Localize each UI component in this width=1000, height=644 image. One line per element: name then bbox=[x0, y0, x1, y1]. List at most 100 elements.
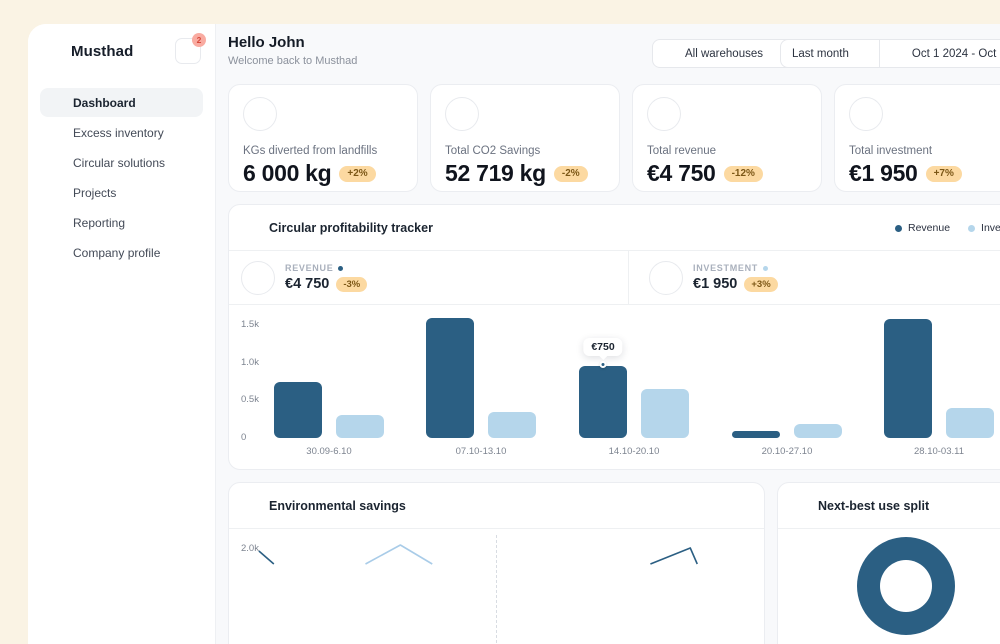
stat-card-value: 6 000 kg bbox=[243, 160, 332, 186]
sidebar-item-label: Dashboard bbox=[73, 95, 136, 110]
recycle-icon bbox=[49, 155, 64, 170]
sidebar-item-label: Company profile bbox=[73, 245, 161, 260]
sidebar-item-company-profile[interactable]: Company profile bbox=[40, 238, 203, 267]
date-range-picker[interactable]: Oct 1 2024 - Oct 31 2024 bbox=[880, 40, 1000, 67]
environmental-savings-header: Environmental savings bbox=[229, 483, 764, 529]
stat-card-value-row: 52 719 kg -2% bbox=[445, 160, 605, 187]
stat-delta-badge: +7% bbox=[925, 165, 962, 182]
sidebar-item-label: Circular solutions bbox=[73, 155, 166, 170]
chevron-right-icon bbox=[179, 95, 194, 110]
legend-item-investment[interactable]: Investment bbox=[968, 222, 1000, 234]
donut-hole bbox=[880, 560, 932, 612]
investment-bar[interactable] bbox=[946, 407, 994, 438]
bell-icon bbox=[181, 44, 196, 59]
sidebar-item-dashboard[interactable]: Dashboard bbox=[40, 88, 203, 117]
y-axis-tick: 0 bbox=[241, 432, 247, 443]
revenue-bar[interactable] bbox=[884, 319, 932, 438]
app-title: Musthad bbox=[71, 42, 134, 60]
bar-group bbox=[884, 319, 994, 438]
investment-bar[interactable] bbox=[488, 411, 536, 438]
investment-dot bbox=[763, 265, 769, 271]
revenue-delta-badge: -3% bbox=[336, 276, 368, 292]
stat-cards-row: KGs diverted from landfills 6 000 kg +2% To… bbox=[228, 84, 1000, 192]
notification-count-badge: 2 bbox=[192, 33, 206, 47]
stat-card: Total revenue €4 750 -12% bbox=[632, 84, 822, 192]
revenue-ministat: REVENUE €4 750 -3% bbox=[229, 251, 629, 304]
stat-card-value: 52 719 kg bbox=[445, 160, 546, 186]
legend-dot bbox=[895, 224, 902, 232]
banknote-icon bbox=[250, 270, 266, 286]
environmental-savings-title: Environmental savings bbox=[269, 498, 406, 513]
sidebar-item-excess-inventory[interactable]: Excess inventory bbox=[40, 118, 203, 147]
stat-card-value: €4 750 bbox=[647, 160, 716, 186]
app-window: Musthad 2 Dashboard Excess inventory Circu… bbox=[28, 24, 1000, 644]
sidebar-item-label: Excess inventory bbox=[73, 125, 164, 140]
legend-label: Investment bbox=[981, 222, 1000, 234]
stat-card-label: Total revenue bbox=[647, 145, 717, 157]
period-select[interactable]: Last month bbox=[781, 40, 879, 67]
bar-chart-icon bbox=[245, 220, 260, 235]
next-best-use-card: Next-best use split bbox=[777, 482, 1000, 644]
main-content: Hello John Welcome back to Musthad All w… bbox=[216, 24, 1000, 644]
bar-group bbox=[274, 381, 384, 438]
next-best-use-header: Next-best use split bbox=[778, 483, 1000, 529]
revenue-ministat-label: REVENUE bbox=[285, 263, 334, 273]
sidebar-item-circular-solutions[interactable]: Circular solutions bbox=[40, 148, 203, 177]
revenue-bar[interactable]: €750 bbox=[579, 338, 627, 438]
stat-card-value-row: 6 000 kg +2% bbox=[243, 160, 403, 187]
investment-ministat-value: €1 950 bbox=[693, 276, 738, 292]
next-best-use-title: Next-best use split bbox=[818, 498, 930, 513]
environmental-savings-plot: 2.0k bbox=[229, 529, 764, 644]
legend-dot bbox=[968, 224, 976, 232]
stat-card: Total CO2 Savings 52 719 kg -2% bbox=[430, 84, 620, 192]
briefcase-icon bbox=[49, 245, 64, 260]
cloud-icon bbox=[454, 106, 470, 122]
bar-group bbox=[732, 423, 842, 438]
investment-icon-circle bbox=[649, 260, 683, 295]
donut-chart[interactable] bbox=[857, 537, 955, 635]
revenue-bar[interactable] bbox=[732, 431, 780, 438]
investment-delta-badge: +3% bbox=[744, 276, 778, 292]
investment-bar[interactable] bbox=[794, 423, 842, 438]
profitability-card: Circular profitability tracker Revenue In… bbox=[228, 204, 1000, 470]
cloud-icon-circle bbox=[445, 97, 479, 131]
stat-card-value-row: €4 750 -12% bbox=[647, 160, 807, 187]
investment-icon bbox=[658, 270, 674, 286]
revenue-dot bbox=[338, 265, 344, 271]
warehouse-select[interactable]: All warehouses bbox=[652, 39, 794, 68]
investment-bar[interactable] bbox=[641, 389, 689, 438]
musthad-logo-icon bbox=[42, 40, 64, 62]
notifications-button[interactable]: 2 bbox=[175, 33, 206, 64]
bar-group: €750 bbox=[579, 338, 689, 438]
grid-icon bbox=[49, 95, 64, 110]
investment-ministat-label: INVESTMENT bbox=[693, 263, 759, 273]
calendar-icon bbox=[891, 47, 905, 61]
stat-delta-badge: -2% bbox=[553, 165, 588, 182]
banknote-icon bbox=[656, 106, 672, 122]
stat-card-label: Total investment bbox=[849, 145, 933, 157]
sidebar-item-projects[interactable]: Projects bbox=[40, 178, 203, 207]
profitability-plot: 1.5k 1.0k 0.5k 0 30.09-6.10 07.10-13.10 €750 14… bbox=[229, 305, 1000, 471]
page-subtitle: Welcome back to Musthad bbox=[228, 55, 358, 67]
copy-icon bbox=[49, 185, 64, 200]
investment-bar[interactable] bbox=[336, 415, 384, 438]
sidebar-nav: Dashboard Excess inventory Circular soluti… bbox=[40, 88, 203, 267]
stat-delta-badge: -12% bbox=[723, 165, 763, 182]
x-axis-label: 07.10-13.10 bbox=[455, 446, 507, 457]
x-axis-label: 20.10-27.10 bbox=[761, 446, 813, 457]
revenue-bar[interactable] bbox=[426, 317, 474, 438]
sidebar-item-reporting[interactable]: Reporting bbox=[40, 208, 203, 237]
stat-card: KGs diverted from landfills 6 000 kg +2% bbox=[228, 84, 418, 192]
sidebar-item-label: Reporting bbox=[73, 215, 126, 230]
profitability-header: Circular profitability tracker Revenue In… bbox=[229, 205, 1000, 251]
x-axis-label: 28.10-03.11 bbox=[913, 446, 964, 457]
legend-item-revenue[interactable]: Revenue bbox=[895, 222, 950, 234]
banknote-icon-circle bbox=[241, 260, 275, 295]
building-icon bbox=[664, 47, 678, 61]
logo-row: Musthad 2 bbox=[40, 33, 206, 66]
report-icon bbox=[49, 215, 64, 230]
revenue-bar[interactable] bbox=[274, 381, 322, 438]
stat-card-value: €1 950 bbox=[849, 160, 918, 186]
y-axis-tick: 0.5k bbox=[241, 394, 259, 406]
investment-icon-circle bbox=[849, 97, 883, 131]
